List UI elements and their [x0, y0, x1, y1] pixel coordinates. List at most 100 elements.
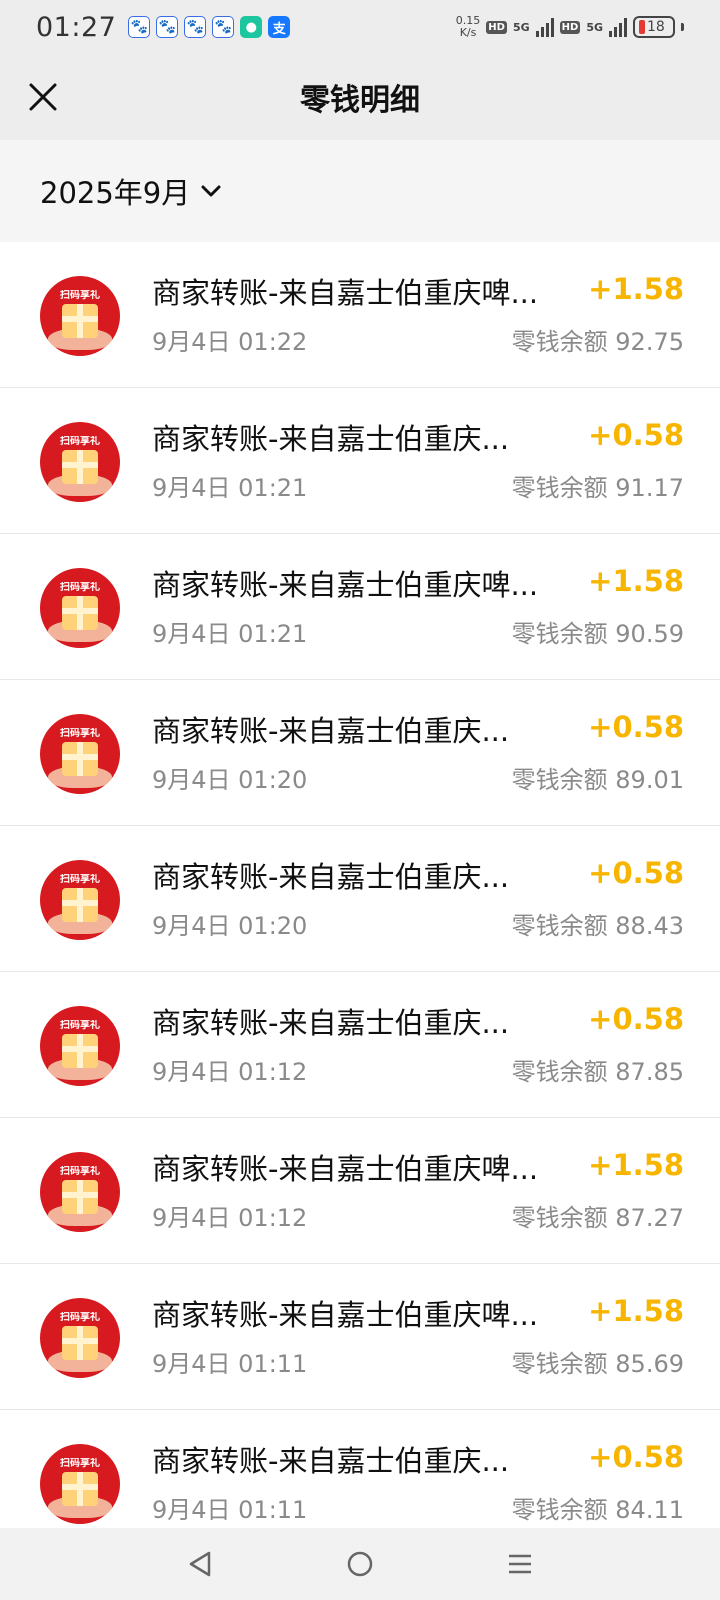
avatar-text: 扫码享礼 [60, 728, 100, 739]
transaction-title: 商家转账-来自嘉士伯重庆... [152, 1444, 510, 1478]
transaction-time: 9月4日 01:21 [152, 474, 308, 502]
battery-cap [681, 23, 684, 31]
menu-lines-icon [509, 1554, 531, 1574]
home-button[interactable] [330, 1534, 390, 1594]
transaction-amount: +0.58 [588, 1440, 684, 1474]
transaction-amount: +1.58 [588, 564, 684, 598]
transaction-row[interactable]: 扫码享礼 商家转账-来自嘉士伯重庆啤... 9月4日 01:22 +1.58 零… [0, 242, 720, 388]
avatar-text: 扫码享礼 [60, 582, 100, 593]
balance-after: 零钱余额 88.43 [511, 912, 684, 940]
transaction-time: 9月4日 01:20 [152, 766, 308, 794]
avatar-text: 扫码享礼 [60, 290, 100, 301]
avatar-text: 扫码享礼 [60, 1166, 100, 1177]
transaction-title: 商家转账-来自嘉士伯重庆啤... [152, 568, 539, 602]
avatar-text: 扫码享礼 [60, 1458, 100, 1469]
transaction-title: 商家转账-来自嘉士伯重庆... [152, 860, 510, 894]
transaction-row[interactable]: 扫码享礼 商家转账-来自嘉士伯重庆啤... 9月4日 01:21 +1.58 零… [0, 534, 720, 680]
transaction-amount: +0.58 [588, 710, 684, 744]
transaction-title: 商家转账-来自嘉士伯重庆... [152, 1006, 510, 1040]
transaction-row[interactable]: 扫码享礼 商家转账-来自嘉士伯重庆... 9月4日 01:20 +0.58 零钱… [0, 680, 720, 826]
merchant-avatar-icon: 扫码享礼 [40, 1444, 120, 1524]
chat-bubble-icon: ● [240, 16, 263, 38]
net-speed: 0.15 K/s [456, 15, 481, 39]
network-type: 5G [586, 20, 603, 34]
close-button[interactable] [18, 72, 68, 122]
alipay-icon: 支 [268, 16, 291, 38]
recents-button[interactable] [490, 1534, 550, 1594]
status-indicators: 0.15 K/s HD 5G HD 5G 18 [456, 15, 684, 39]
month-selector[interactable]: 2025年9月 [40, 170, 222, 212]
gift-box-icon [62, 1180, 98, 1214]
transaction-row[interactable]: 扫码享礼 商家转账-来自嘉士伯重庆... 9月4日 01:20 +0.58 零钱… [0, 826, 720, 972]
balance-after: 零钱余额 90.59 [511, 620, 684, 648]
transaction-time: 9月4日 01:22 [152, 328, 308, 356]
gift-box-icon [62, 742, 98, 776]
balance-after: 零钱余额 89.01 [511, 766, 684, 794]
title-bar: 零钱明细 [0, 54, 720, 140]
balance-after: 零钱余额 84.11 [511, 1496, 684, 1524]
gift-box-icon [62, 596, 98, 630]
battery-icon: 18 [633, 16, 675, 38]
paw-icon: 🐾 [184, 16, 207, 38]
home-circle-icon [347, 1551, 373, 1577]
gift-box-icon [62, 450, 98, 484]
net-speed-unit: K/s [459, 26, 477, 39]
balance-after: 零钱余额 85.69 [511, 1350, 684, 1378]
transaction-time: 9月4日 01:11 [152, 1350, 308, 1378]
balance-after: 零钱余额 87.27 [511, 1204, 684, 1232]
avatar-text: 扫码享礼 [60, 874, 100, 885]
merchant-avatar-icon: 扫码享礼 [40, 422, 120, 502]
balance-after: 零钱余额 87.85 [511, 1058, 684, 1086]
transaction-title: 商家转账-来自嘉士伯重庆... [152, 422, 510, 456]
battery-level: 18 [647, 19, 665, 35]
transaction-time: 9月4日 01:20 [152, 912, 308, 940]
transaction-amount: +1.58 [588, 1294, 684, 1328]
gift-box-icon [62, 888, 98, 922]
transaction-row[interactable]: 扫码享礼 商家转账-来自嘉士伯重庆... 9月4日 01:12 +0.58 零钱… [0, 972, 720, 1118]
back-button[interactable] [170, 1534, 230, 1594]
transaction-title: 商家转账-来自嘉士伯重庆啤... [152, 1152, 539, 1186]
paw-icon: 🐾 [128, 16, 151, 38]
transaction-amount: +0.58 [588, 856, 684, 890]
gift-box-icon [62, 1326, 98, 1360]
transaction-row[interactable]: 扫码享礼 商家转账-来自嘉士伯重庆啤... 9月4日 01:11 +1.58 零… [0, 1264, 720, 1410]
transaction-time: 9月4日 01:12 [152, 1204, 308, 1232]
balance-after: 零钱余额 91.17 [511, 474, 684, 502]
paw-icon: 🐾 [212, 16, 235, 38]
merchant-avatar-icon: 扫码享礼 [40, 1006, 120, 1086]
transaction-time: 9月4日 01:21 [152, 620, 308, 648]
month-label: 2025年9月 [40, 176, 191, 210]
transaction-row[interactable]: 扫码享礼 商家转账-来自嘉士伯重庆... 9月4日 01:21 +0.58 零钱… [0, 388, 720, 534]
merchant-avatar-icon: 扫码享礼 [40, 1152, 120, 1232]
transaction-title: 商家转账-来自嘉士伯重庆啤... [152, 276, 539, 310]
gift-box-icon [62, 1034, 98, 1068]
chevron-down-icon [201, 185, 221, 197]
merchant-avatar-icon: 扫码享礼 [40, 276, 120, 356]
avatar-text: 扫码享礼 [60, 1312, 100, 1323]
avatar-text: 扫码享礼 [60, 436, 100, 447]
status-time: 01:27 [36, 11, 117, 43]
merchant-avatar-icon: 扫码享礼 [40, 1298, 120, 1378]
transaction-title: 商家转账-来自嘉士伯重庆啤... [152, 1298, 539, 1332]
close-icon [29, 83, 57, 111]
month-filter-bar: 2025年9月 [0, 140, 720, 242]
balance-after: 零钱余额 92.75 [511, 328, 684, 356]
merchant-avatar-icon: 扫码享礼 [40, 714, 120, 794]
transaction-row[interactable]: 扫码享礼 商家转账-来自嘉士伯重庆啤... 9月4日 01:12 +1.58 零… [0, 1118, 720, 1264]
transaction-list: 扫码享礼 商家转账-来自嘉士伯重庆啤... 9月4日 01:22 +1.58 零… [0, 242, 720, 1556]
merchant-avatar-icon: 扫码享礼 [40, 568, 120, 648]
transaction-time: 9月4日 01:12 [152, 1058, 308, 1086]
transaction-amount: +0.58 [588, 418, 684, 452]
transaction-title: 商家转账-来自嘉士伯重庆... [152, 714, 510, 748]
paw-icon: 🐾 [156, 16, 179, 38]
gift-box-icon [62, 304, 98, 338]
merchant-avatar-icon: 扫码享礼 [40, 860, 120, 940]
network-type: 5G [512, 20, 530, 34]
signal-icon [609, 17, 627, 37]
signal-icon [535, 17, 554, 37]
avatar-text: 扫码享礼 [60, 1020, 100, 1031]
hd-badge: HD [559, 20, 581, 34]
page-title: 零钱明细 [300, 83, 420, 118]
transaction-amount: +1.58 [588, 1148, 684, 1182]
gift-box-icon [62, 1472, 98, 1506]
